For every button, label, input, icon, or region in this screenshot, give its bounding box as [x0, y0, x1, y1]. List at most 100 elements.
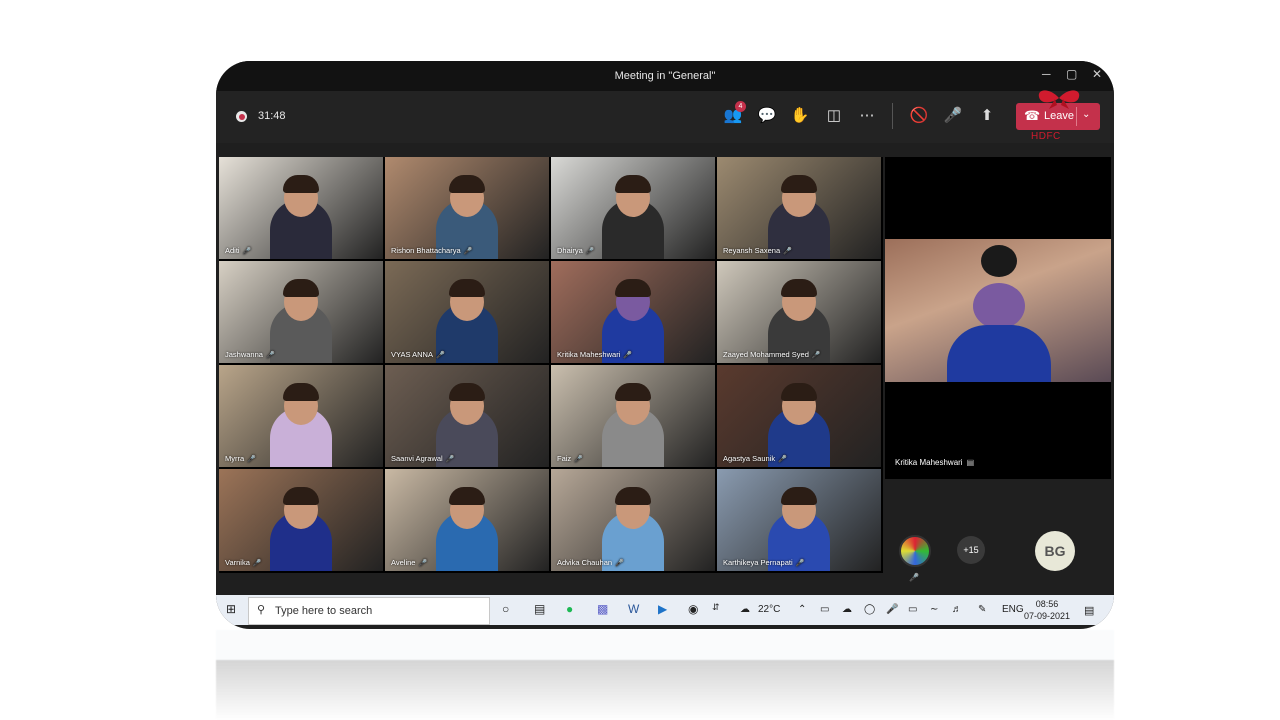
participants-icon[interactable]: 👥 4 [722, 101, 746, 127]
meeting-timer: 31:48 [258, 110, 286, 122]
participant-hair [283, 175, 319, 193]
mic-icon: 🎤 [247, 456, 256, 463]
participant-hair [449, 279, 485, 297]
window-title: Meeting in "General" [614, 70, 716, 82]
chat-icon[interactable]: 💬 [756, 105, 778, 127]
participant-name: Varnika 🎤 [225, 558, 262, 567]
participant-tile[interactable]: Dhairya 🎤 [551, 157, 715, 259]
participant-hair [449, 383, 485, 401]
windows-start-icon[interactable]: ⊞ [226, 602, 236, 616]
title-bar: Meeting in "General" ─ ▢ ✕ [216, 61, 1114, 91]
mic-off-icon: 🎤 [909, 573, 919, 582]
mic-icon: 🎤 [418, 560, 428, 567]
participant-tile[interactable]: Karthikeya Pernapati 🎤 [717, 469, 881, 571]
participant-hair [615, 487, 651, 505]
participant-hair [781, 279, 817, 297]
share-icon[interactable]: ⬆ [976, 105, 998, 127]
participant-hair [283, 279, 319, 297]
pin-icon: ▤ [966, 458, 975, 467]
screen-reflection [216, 630, 1114, 720]
participant-strip: 🎤 +15 BG [885, 521, 1111, 593]
sync-icon: ◯ [864, 604, 876, 615]
participant-tile[interactable]: Aditi 🎤 [219, 157, 383, 259]
battery-icon: ▭ [908, 604, 918, 615]
participant-hair [615, 383, 651, 401]
rooms-icon[interactable]: ◫ [823, 105, 845, 127]
avatar[interactable]: BG [1035, 531, 1075, 571]
participant-tile[interactable]: Saanvi Agrawal 🎤 [385, 365, 549, 467]
participant-tile[interactable]: Agastya Saunik 🎤 [717, 365, 881, 467]
participant-hair [449, 175, 485, 193]
mic-icon: 🎤 [265, 352, 275, 359]
media-player-icon[interactable]: ▶ [658, 602, 667, 616]
participant-hair [615, 175, 651, 193]
mic-off-icon[interactable]: 🎤 [942, 105, 964, 127]
toolbar-divider [892, 103, 893, 129]
mic-icon: 🎤 [778, 456, 787, 463]
mic-icon: 🎤 [574, 456, 583, 463]
spotlight-panel[interactable]: Kritika Maheshwari ▤ [885, 157, 1111, 479]
participant-name: Jashwanna 🎤 [225, 350, 275, 359]
spotlight-name: Kritika Maheshwari ▤ [895, 458, 975, 467]
participant-tile[interactable]: Varnika 🎤 [219, 469, 383, 571]
mic-icon: 🎤 [811, 352, 821, 359]
participant-name: Zaayed Mohammed Syed 🎤 [723, 350, 821, 359]
camera-off-icon[interactable]: 🚫 [908, 105, 930, 127]
teams-icon[interactable]: ▩ [597, 602, 608, 616]
participant-name: Dhairya 🎤 [557, 246, 595, 255]
mic-icon: 🎤 [795, 560, 805, 567]
participant-tile[interactable]: Myrra 🎤 [219, 365, 383, 467]
participant-name: Saanvi Agrawal 🎤 [391, 454, 455, 463]
logo-brand-text: HDFC [1031, 131, 1061, 142]
participant-tile[interactable]: Advika Chauhan 🎤 [551, 469, 715, 571]
participant-tile[interactable]: Aveline 🎤 [385, 469, 549, 571]
participant-tile[interactable]: Jashwanna 🎤 [219, 261, 383, 363]
mic-icon: 🎤 [783, 248, 792, 255]
mic-icon: 🎤 [252, 560, 262, 567]
raise-hand-icon[interactable]: ✋ [789, 105, 811, 127]
participant-name: Advika Chauhan 🎤 [557, 558, 624, 567]
clock-time: 08:56 [1035, 599, 1059, 609]
task-view-icon[interactable]: ▤ [534, 602, 545, 616]
participant-tile[interactable]: VYAS ANNA 🎤 [385, 261, 549, 363]
laptop-screen: Meeting in "General" ─ ▢ ✕ 31:48 👥 4 💬 ✋ … [216, 61, 1114, 629]
participant-tile[interactable]: Zaayed Mohammed Syed 🎤 [717, 261, 881, 363]
recording-icon [236, 111, 247, 122]
reflection-taskbar [216, 630, 1114, 660]
more-participants-button[interactable]: +15 [957, 536, 985, 564]
wifi-icon: ∼ [930, 604, 939, 615]
participant-name: VYAS ANNA 🎤 [391, 350, 445, 359]
participant-name: Kritika Maheshwari 🎤 [557, 350, 633, 359]
mic-icon: 🎤 [886, 604, 899, 615]
search-icon: ⚲ [257, 604, 266, 616]
mic-icon: 🎤 [435, 352, 445, 359]
clock-date: 07-09-2021 [1023, 611, 1071, 621]
word-icon[interactable]: W [628, 602, 639, 616]
more-actions-icon[interactable]: ⋯ [856, 105, 878, 127]
spotify-icon[interactable]: ● [566, 602, 573, 616]
temperature: 22°C [758, 604, 781, 615]
hdfc-logo: HDFC [1023, 63, 1113, 143]
cortana-icon[interactable]: ○ [502, 602, 509, 616]
avatar[interactable] [899, 535, 931, 567]
participant-tile[interactable]: Reyansh Saxena 🎤 [717, 157, 881, 259]
participant-tile[interactable]: Rishon Bhattacharya 🎤 [385, 157, 549, 259]
language-indicator[interactable]: ENG [1002, 604, 1024, 615]
mic-icon: 🎤 [463, 248, 473, 255]
participant-tile[interactable]: Faiz 🎤 [551, 365, 715, 467]
headband-icon [981, 245, 1017, 277]
mic-icon: 🎤 [623, 352, 633, 359]
camera-app-icon[interactable]: ◉ [688, 602, 698, 616]
chevron-up-icon[interactable]: ⌃ [798, 604, 806, 615]
taskbar-clock[interactable]: 08:56 07-09-2021 [1022, 598, 1072, 622]
participant-tile[interactable]: Kritika Maheshwari 🎤 [551, 261, 715, 363]
scroll-icon[interactable]: ⇵ [712, 602, 720, 613]
video-grid: Aditi 🎤 Rishon Bhattacharya 🎤 Dhairya 🎤 Rey… [219, 157, 883, 573]
notification-icon[interactable]: ▤ [1084, 604, 1094, 617]
participant-name: Aditi 🎤 [225, 246, 252, 255]
meeting-toolbar: 31:48 👥 4 💬 ✋ ◫ ⋯ 🚫 🎤 ⬆ ☎ Leave ⌄ [216, 91, 1114, 143]
participant-hair [283, 383, 319, 401]
search-input[interactable]: ⚲ Type here to search [248, 597, 490, 625]
spotlight-video [885, 239, 1111, 382]
participant-name: Rishon Bhattacharya 🎤 [391, 246, 473, 255]
